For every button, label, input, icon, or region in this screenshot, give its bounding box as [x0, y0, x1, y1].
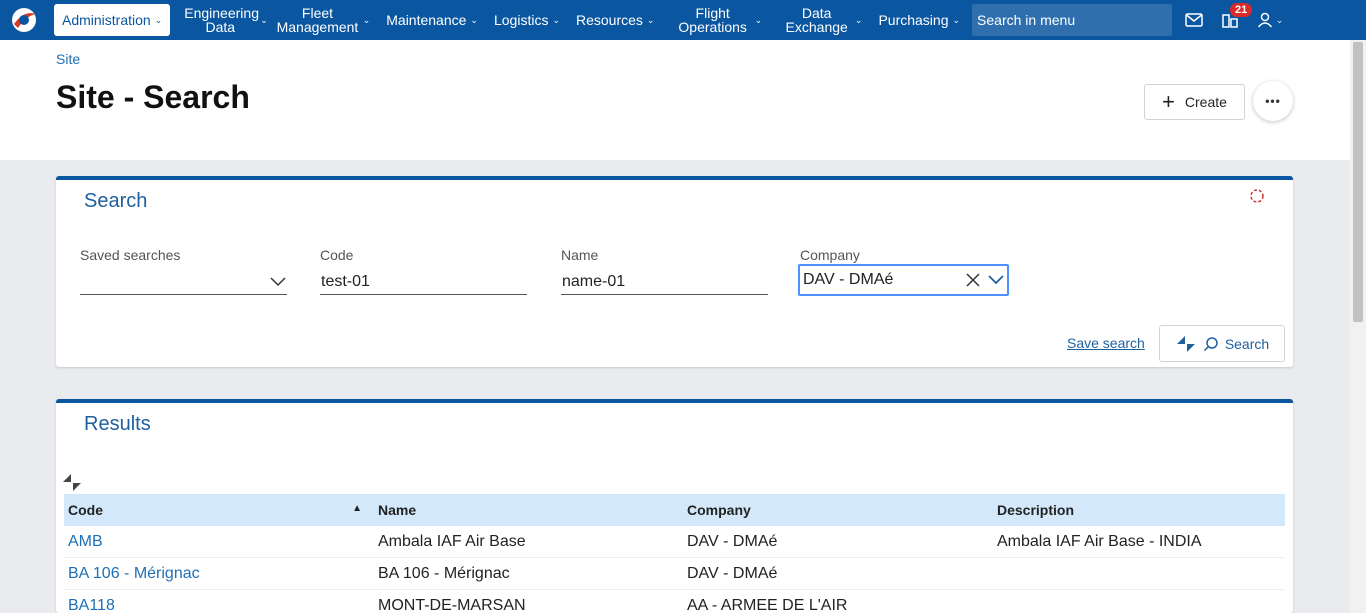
scrollbar-thumb[interactable]: [1353, 42, 1363, 322]
chevron-down-icon: ⌄: [646, 14, 655, 25]
chevron-down-icon: ⌄: [952, 14, 961, 25]
page-title: Site - Search: [56, 79, 250, 115]
user-menu-icon[interactable]: ⌄: [1248, 0, 1292, 40]
search-button-label: Search: [1224, 335, 1270, 352]
row-code-link[interactable]: AMB: [64, 533, 374, 551]
search-icon: [1203, 336, 1218, 351]
saved-searches-select[interactable]: [80, 269, 287, 295]
name-value: name-01: [562, 272, 626, 290]
company-field: Company DAV - DMAé: [798, 247, 1009, 296]
code-input[interactable]: test-01: [320, 269, 527, 295]
search-button[interactable]: Search: [1159, 325, 1285, 362]
page-header: Site Site - Search + Create •••: [0, 40, 1350, 160]
company-label: Company: [800, 247, 860, 263]
nav-item-label: Data Exchange: [785, 5, 848, 35]
nav-item-label: Purchasing: [878, 12, 949, 28]
nav-item-label: Resources: [575, 12, 643, 28]
create-button[interactable]: + Create: [1144, 84, 1245, 120]
more-options-button[interactable]: •••: [1253, 81, 1293, 121]
results-panel: Results Code ▲ Name Company Description …: [56, 399, 1293, 613]
results-table: Code ▲ Name Company Description AMB Amba…: [64, 494, 1285, 613]
row-code-link[interactable]: BA118: [64, 597, 374, 613]
page-scrollbar[interactable]: [1350, 40, 1366, 613]
notifications-icon[interactable]: 21: [1212, 0, 1253, 40]
breadcrumb[interactable]: Site: [56, 51, 80, 67]
chevron-down-icon[interactable]: [988, 275, 1004, 285]
nav-item-label: Fleet Management: [276, 5, 359, 35]
nav-item-label: Engineering Data: [184, 5, 259, 35]
column-header-code[interactable]: Code ▲: [64, 502, 374, 518]
chevron-down-icon: ⌄: [1275, 14, 1284, 25]
top-navigation-bar: Administration ⌄ Engineering Data ⌄ Flee…: [0, 0, 1366, 40]
save-search-link[interactable]: Save search: [1067, 335, 1145, 351]
loading-icon: [1176, 335, 1195, 352]
nav-item-logistics[interactable]: Logistics ⌄: [486, 0, 568, 40]
mail-icon[interactable]: [1176, 0, 1212, 40]
saved-searches-field: Saved searches: [80, 247, 287, 295]
create-button-label: Create: [1184, 94, 1227, 110]
sort-ascending-icon[interactable]: ▲: [352, 503, 362, 514]
name-field: Name name-01: [561, 247, 768, 295]
chevron-down-icon: ⌄: [754, 14, 763, 25]
nav-item-flight-operations[interactable]: Flight Operations ⌄: [662, 0, 774, 40]
row-name: Ambala IAF Air Base: [378, 532, 526, 550]
table-header-row: Code ▲ Name Company Description: [64, 494, 1285, 526]
chevron-down-icon: ⌄: [362, 14, 371, 25]
clear-icon[interactable]: [966, 273, 980, 287]
table-row[interactable]: BA 106 - Mérignac BA 106 - Mérignac DAV …: [64, 558, 1285, 590]
code-label: Code: [320, 247, 354, 263]
column-header-name[interactable]: Name: [374, 502, 683, 518]
code-field: Code test-01: [320, 247, 527, 295]
column-header-label: Code: [68, 502, 103, 518]
row-code-link[interactable]: BA 106 - Mérignac: [64, 565, 374, 583]
name-label: Name: [561, 247, 599, 263]
more-icon: •••: [1265, 94, 1281, 108]
nav-item-engineering-data[interactable]: Engineering Data ⌄: [176, 0, 268, 40]
chevron-down-icon: ⌄: [854, 14, 863, 25]
nav-item-resources[interactable]: Resources ⌄: [568, 0, 662, 40]
table-row[interactable]: AMB Ambala IAF Air Base DAV - DMAé Ambal…: [64, 526, 1285, 558]
chevron-down-icon: ⌄: [154, 14, 163, 25]
nav-item-purchasing[interactable]: Purchasing ⌄: [870, 0, 968, 40]
row-company: DAV - DMAé: [687, 564, 778, 582]
saved-searches-label: Saved searches: [80, 247, 181, 263]
row-company: AA - ARMEE DE L'AIR: [687, 596, 848, 613]
nav-item-label: Administration: [62, 12, 151, 28]
search-panel-title: Search: [84, 190, 148, 212]
results-panel-title: Results: [84, 413, 151, 435]
nav-item-maintenance[interactable]: Maintenance ⌄: [378, 0, 486, 40]
nav-item-label: Maintenance: [386, 12, 467, 28]
name-input[interactable]: name-01: [561, 269, 768, 295]
chevron-down-icon: [270, 276, 286, 286]
nav-item-label: Flight Operations: [678, 5, 747, 35]
chevron-down-icon: ⌄: [470, 14, 478, 25]
app-logo-icon[interactable]: [0, 0, 48, 40]
company-select[interactable]: DAV - DMAé: [798, 264, 1009, 296]
nav-item-data-exchange[interactable]: Data Exchange ⌄: [774, 0, 870, 40]
column-header-description[interactable]: Description: [993, 502, 1285, 518]
nav-item-administration[interactable]: Administration ⌄: [54, 4, 171, 36]
row-name: MONT-DE-MARSAN: [378, 596, 526, 613]
nav-item-label: Logistics: [493, 12, 549, 28]
menu-search-input[interactable]: [972, 4, 1173, 36]
row-company: DAV - DMAé: [687, 532, 778, 550]
search-panel: Search Saved searches Code test-01 Name …: [56, 176, 1293, 367]
company-value: DAV - DMAé: [803, 271, 894, 288]
column-header-company[interactable]: Company: [683, 502, 993, 518]
reset-icon[interactable]: [1249, 188, 1265, 209]
nav-item-fleet-management[interactable]: Fleet Management ⌄: [268, 0, 378, 40]
plus-icon: +: [1162, 89, 1175, 114]
chevron-down-icon: ⌄: [552, 14, 560, 25]
row-name: BA 106 - Mérignac: [378, 564, 510, 582]
code-value: test-01: [321, 272, 370, 290]
table-row[interactable]: BA118 MONT-DE-MARSAN AA - ARMEE DE L'AIR: [64, 590, 1285, 613]
chevron-down-icon: ⌄: [260, 14, 268, 25]
row-description: Ambala IAF Air Base - INDIA: [997, 532, 1202, 550]
